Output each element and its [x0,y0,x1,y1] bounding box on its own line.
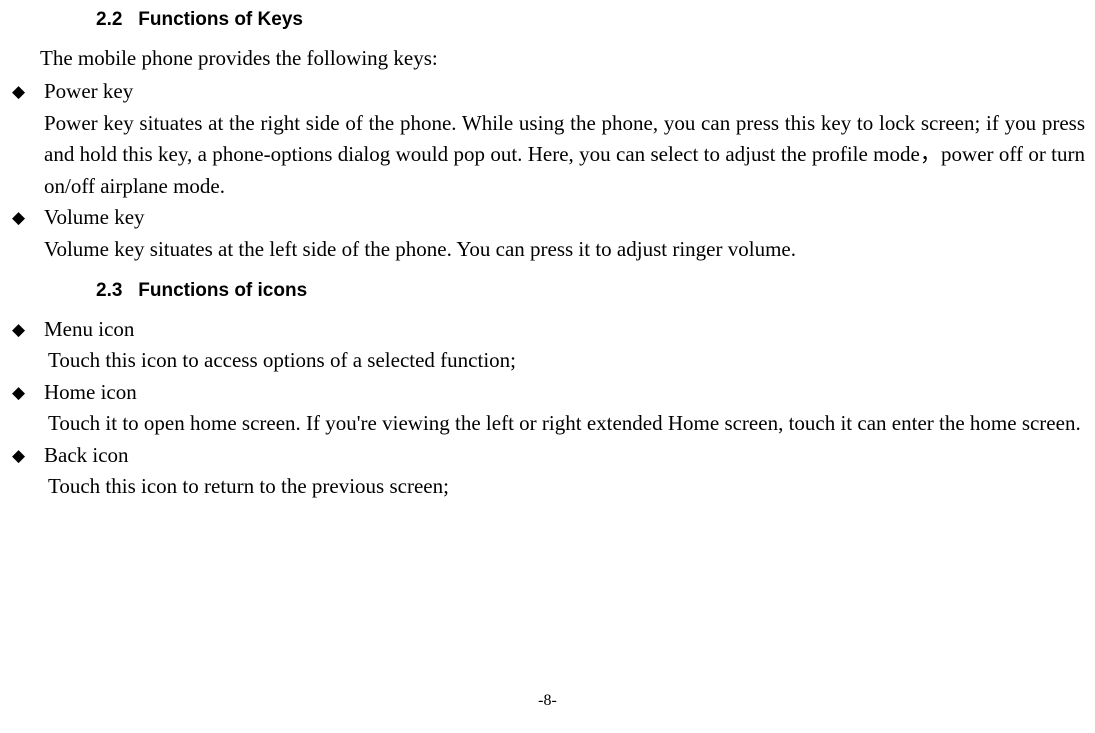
power-key-label: Power key [44,76,1085,108]
list-item: ◆ Power key [10,76,1085,108]
list-item: ◆ Home icon [10,377,1085,409]
list-item: ◆ Back icon [10,440,1085,472]
list-item: ◆ Menu icon [10,314,1085,346]
back-icon-label: Back icon [44,440,1085,472]
list-item: ◆ Volume key [10,202,1085,234]
home-icon-body: Touch it to open home screen. If you're … [48,408,1085,440]
home-icon-label: Home icon [44,377,1085,409]
heading-number: 2.3 [96,280,122,301]
intro-text-22: The mobile phone provides the following … [40,43,1085,75]
heading-number: 2.2 [96,9,122,30]
diamond-bullet-icon: ◆ [10,202,44,233]
section-heading-23: 2.3 Functions of icons [96,277,1085,306]
menu-icon-label: Menu icon [44,314,1085,346]
page-number: -8- [0,689,1095,713]
diamond-bullet-icon: ◆ [10,440,44,471]
heading-title: Functions of Keys [138,9,303,30]
diamond-bullet-icon: ◆ [10,314,44,345]
diamond-bullet-icon: ◆ [10,377,44,408]
heading-title: Functions of icons [138,280,307,301]
menu-icon-body: Touch this icon to access options of a s… [48,345,1085,377]
diamond-bullet-icon: ◆ [10,76,44,107]
power-key-body: Power key situates at the right side of … [44,108,1085,203]
volume-key-body: Volume key situates at the left side of … [44,234,1085,266]
volume-key-label: Volume key [44,202,1085,234]
section-heading-22: 2.2 Functions of Keys [96,6,1085,35]
back-icon-body: Touch this icon to return to the previou… [48,471,1085,503]
